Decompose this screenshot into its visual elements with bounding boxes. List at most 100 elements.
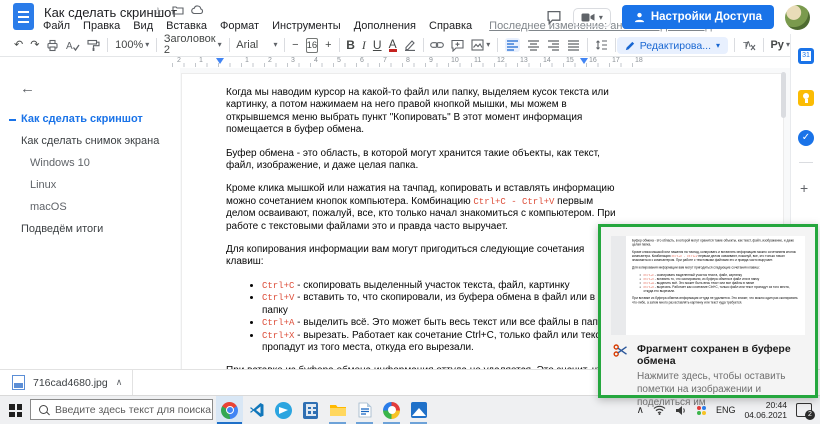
italic-button[interactable]: I	[362, 39, 366, 51]
taskbar-app-chrome[interactable]	[216, 396, 243, 424]
share-settings-button[interactable]: Настройки Доступа	[622, 5, 774, 29]
list-item: Ctrl+A - выделить всё. Это может быть ве…	[262, 317, 618, 329]
undo-button[interactable]: ↶	[14, 40, 23, 51]
horizontal-ruler[interactable]: 21123456789101112131415161718	[0, 57, 790, 68]
list-item: Ctrl+X - вырезать. Работает как сочетани…	[262, 330, 618, 355]
image-file-icon	[12, 375, 25, 390]
downloaded-file-name: 716cad4680.jpg	[33, 377, 108, 389]
google-docs-icon[interactable]	[13, 3, 34, 30]
google-calendar-icon[interactable]	[798, 48, 814, 64]
present-button[interactable]: ▾	[573, 8, 611, 27]
text-color-button[interactable]: A	[389, 39, 397, 52]
indent-marker-right[interactable]	[580, 58, 588, 64]
notification-title: Фрагмент сохранен в буфере обмена	[637, 343, 805, 367]
outline-item-2[interactable]: Windows 10	[0, 152, 180, 174]
menu-view[interactable]: Вид	[133, 20, 153, 32]
outline-panel: ← Как сделать скриншот Как сделать снимо…	[0, 68, 180, 369]
font-size-input[interactable]: 16	[306, 38, 319, 53]
align-center-button[interactable]	[527, 39, 540, 51]
chrome-icon	[221, 402, 238, 419]
list-item: Ctrl+C - скопировать выделенный участок …	[262, 280, 618, 292]
outline-item-5[interactable]: Подведём итоги	[0, 218, 180, 240]
cloud-status-icon[interactable]	[191, 5, 204, 15]
google-keep-icon[interactable]	[798, 90, 814, 106]
taskbar-app-calculator[interactable]	[297, 396, 324, 424]
outline-item-4[interactable]: macOS	[0, 196, 180, 218]
screenshot-thumbnail: Буфер обмена - это область, в которой мо…	[611, 236, 805, 335]
shortcut-list: Ctrl+C - скопировать выделенный участок …	[226, 280, 618, 354]
present-caret-icon: ▾	[599, 13, 603, 22]
underline-button[interactable]: U	[373, 39, 382, 51]
align-justify-button[interactable]	[567, 39, 580, 51]
bold-button[interactable]: B	[346, 39, 355, 51]
redo-button[interactable]: ↷	[30, 40, 39, 51]
calculator-icon	[303, 402, 318, 419]
get-addons-button[interactable]: +	[800, 180, 808, 196]
side-panel-divider	[799, 162, 813, 163]
menu-format[interactable]: Формат	[220, 20, 259, 32]
taskbar-app-photos[interactable]	[405, 396, 432, 424]
start-button[interactable]	[9, 404, 22, 417]
zoom-select[interactable]: 100%▾	[115, 40, 149, 51]
notification-body: Нажмите здесь, чтобы оставить пометки на…	[637, 370, 805, 409]
taskbar-app-telegram[interactable]	[270, 396, 297, 424]
search-icon	[39, 405, 48, 414]
paragraph: Когда мы наводим курсор на какой-то файл…	[226, 87, 618, 137]
downloaded-file-chip[interactable]: 716cad4680.jpg ∧	[12, 375, 122, 390]
hide-menus-button[interactable]: ∧	[745, 39, 752, 50]
outline-item-3[interactable]: Linux	[0, 174, 180, 196]
taskbar-app-explorer[interactable]	[324, 396, 351, 424]
menu-insert[interactable]: Вставка	[166, 20, 207, 32]
shelf-divider	[132, 370, 133, 395]
snip-notification[interactable]: Буфер обмена - это область, в которой мо…	[598, 224, 818, 398]
comment-history-icon[interactable]	[546, 10, 562, 25]
insert-image-button[interactable]: ▾	[471, 39, 490, 51]
input-tools-button[interactable]: Ру▾	[770, 40, 789, 51]
tray-date: 04.06.2021	[744, 410, 787, 420]
svg-text:A: A	[66, 41, 73, 52]
download-options-caret-icon[interactable]: ∧	[116, 377, 123, 388]
menu-addons[interactable]: Дополнения	[354, 20, 416, 32]
taskbar-search[interactable]: Введите здесь текст для поиска	[30, 399, 213, 420]
align-left-button[interactable]	[505, 38, 520, 52]
print-button[interactable]	[46, 39, 59, 52]
indent-marker-left[interactable]	[216, 58, 224, 64]
insert-link-button[interactable]	[430, 40, 444, 50]
align-right-button[interactable]	[547, 39, 560, 51]
menu-file[interactable]: Файл	[43, 20, 70, 32]
outline-item-1[interactable]: Как сделать снимок экрана	[0, 130, 180, 152]
menu-edit[interactable]: Правка	[83, 20, 120, 32]
account-avatar[interactable]	[785, 5, 810, 30]
taskbar-app-paint[interactable]	[378, 396, 405, 424]
writer-document-icon	[358, 402, 372, 418]
paint-icon	[383, 402, 400, 419]
move-folder-icon[interactable]	[172, 5, 184, 15]
google-tasks-icon[interactable]: ✓	[798, 130, 814, 146]
add-comment-button[interactable]	[451, 39, 464, 52]
paragraph: Для копирования информации вам могут при…	[226, 244, 618, 269]
docs-titlebar: Как сделать скриншот ☆ Файл Правка Вид В…	[0, 0, 820, 34]
taskbar-app-vscode[interactable]	[243, 396, 270, 424]
photos-icon	[411, 402, 427, 418]
notification-count-badge: 2	[805, 410, 815, 420]
paragraph-style-select[interactable]: Заголовок 2▾	[164, 34, 222, 56]
taskbar-app-writer[interactable]	[351, 396, 378, 424]
line-spacing-button[interactable]	[595, 39, 608, 51]
highlight-button[interactable]	[404, 39, 416, 51]
font-size-decrease[interactable]: −	[292, 40, 298, 51]
telegram-icon	[275, 402, 292, 419]
star-icon[interactable]: ☆	[153, 5, 163, 18]
snip-sketch-icon	[613, 343, 628, 409]
outline-item-0[interactable]: Как сделать скриншот	[0, 108, 180, 130]
close-outline-icon[interactable]: ←	[20, 80, 35, 97]
font-select[interactable]: Arial▾	[236, 40, 277, 51]
editing-mode-button[interactable]: Редактирова...▾	[617, 37, 728, 54]
vertical-scrollbar[interactable]	[781, 72, 786, 118]
menu-help[interactable]: Справка	[429, 20, 472, 32]
kbd-combo: Ctrl+C - Ctrl+V	[473, 197, 554, 207]
menu-tools[interactable]: Инструменты	[272, 20, 341, 32]
file-explorer-icon	[329, 403, 347, 418]
spellcheck-button[interactable]: A	[66, 39, 80, 52]
paint-format-button[interactable]	[87, 39, 100, 52]
font-size-increase[interactable]: +	[325, 40, 331, 51]
